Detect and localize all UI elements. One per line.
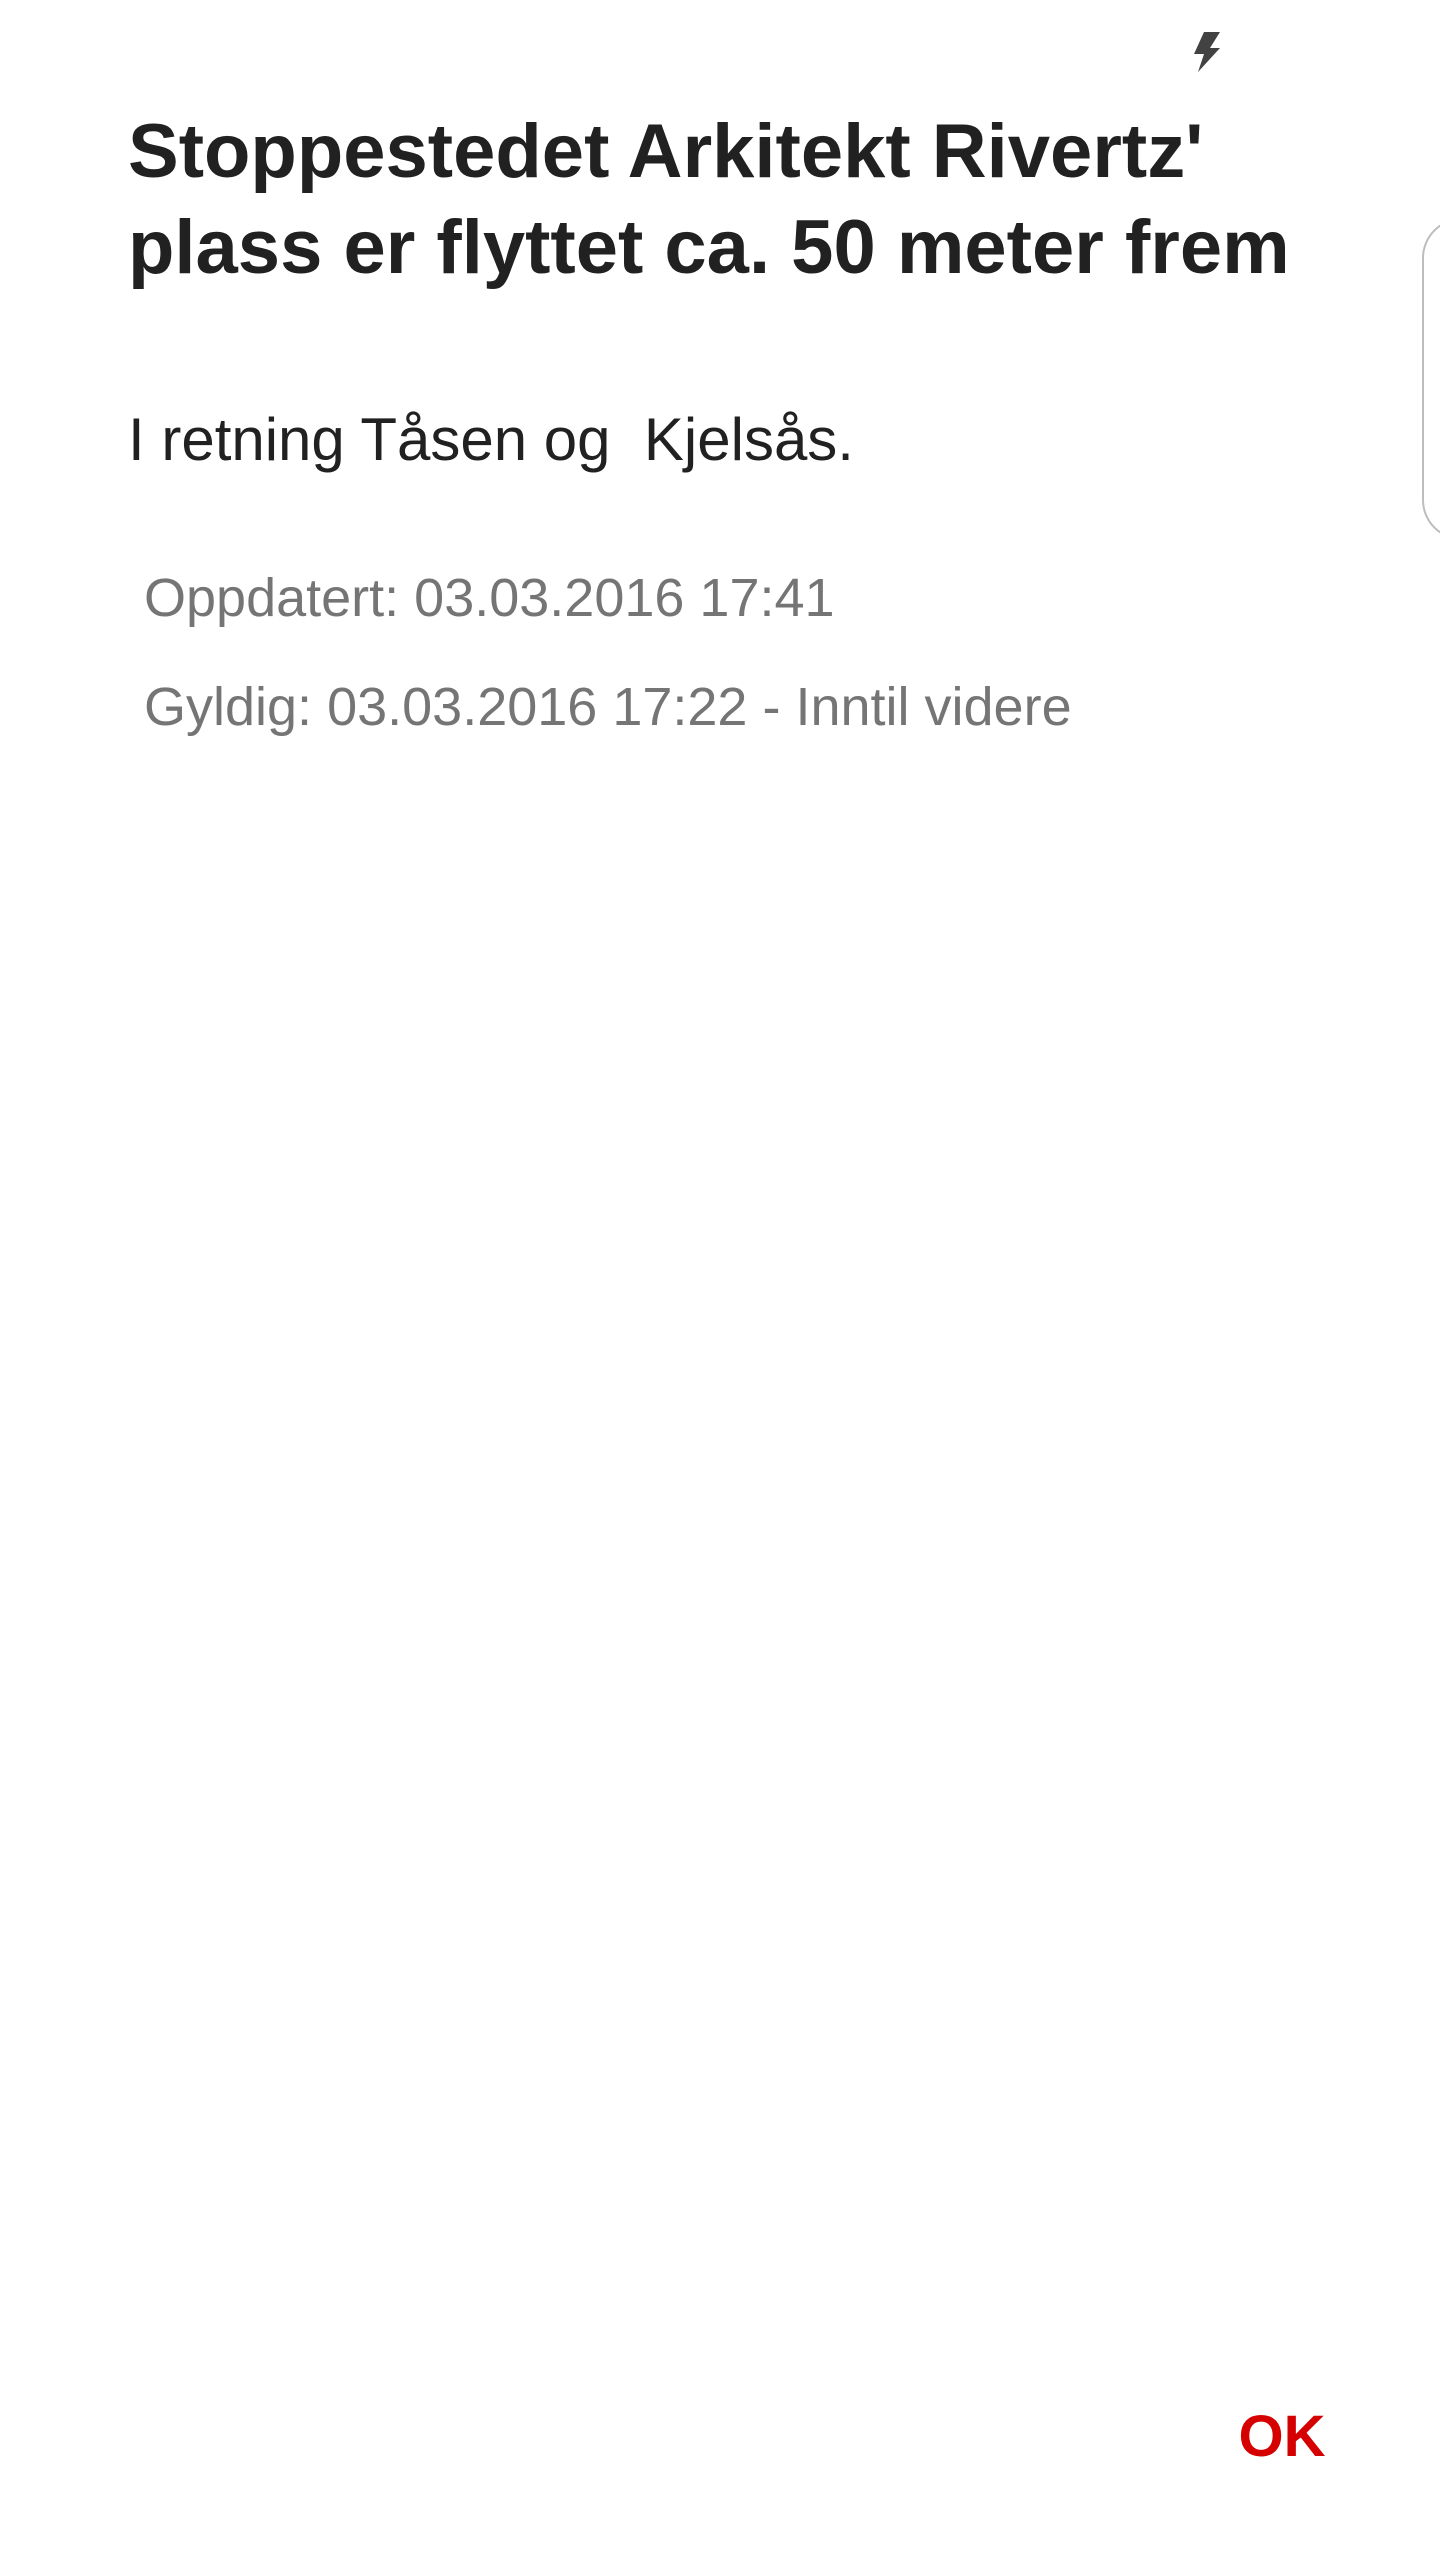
alert-dialog: Stoppestedet Arkitekt Rivertz' plass er … bbox=[0, 0, 1418, 2560]
edge-panel-handle[interactable] bbox=[1422, 218, 1440, 540]
ok-button[interactable]: OK bbox=[1222, 2392, 1342, 2482]
dialog-title: Stoppestedet Arkitekt Rivertz' plass er … bbox=[128, 109, 1290, 290]
valid-period: Gyldig: 03.03.2016 17:22 - Inntil videre bbox=[144, 677, 1072, 737]
dialog-message: I retning Tåsen og Kjelsås. bbox=[128, 406, 854, 473]
updated-timestamp: Oppdatert: 03.03.2016 17:41 bbox=[144, 568, 835, 628]
